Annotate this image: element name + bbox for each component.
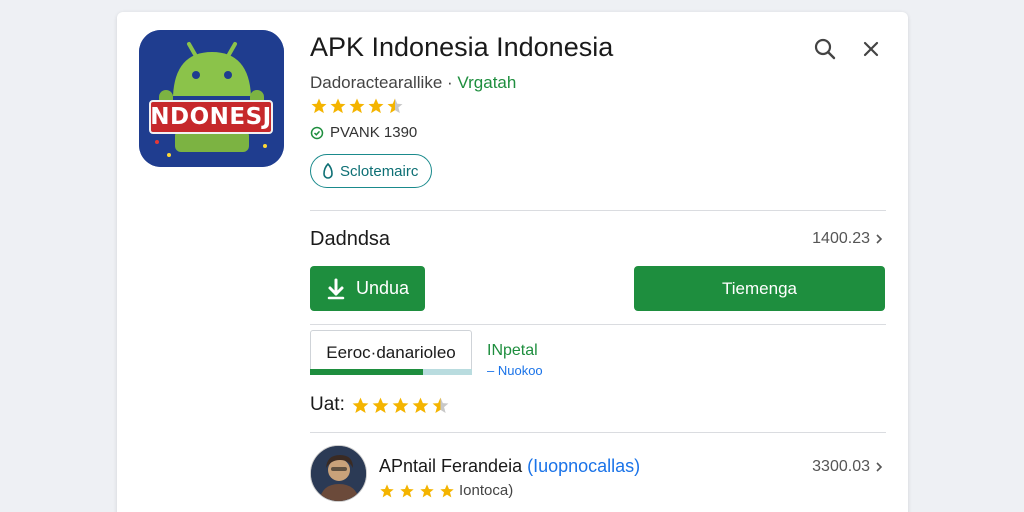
- star-icon: [349, 98, 365, 114]
- tab-progress-fill: [310, 369, 424, 375]
- app-icon-banner: NDONESJ: [149, 100, 273, 134]
- list-item-rating-text: Iontoca): [459, 482, 514, 499]
- tag-icon: [323, 163, 333, 179]
- app-rating-stars: [310, 97, 404, 115]
- chevron-right-icon: [876, 462, 883, 472]
- star-icon[interactable]: [391, 396, 410, 415]
- divider: [310, 324, 886, 325]
- top-actions: [812, 36, 884, 62]
- person-avatar-icon: [311, 446, 366, 501]
- divider: [310, 432, 886, 433]
- list-item-category: (Iuopnocallas): [527, 456, 641, 476]
- star-icon: [440, 483, 454, 497]
- download-button[interactable]: Undua: [310, 266, 425, 311]
- list-item-value-text: 3300.03: [812, 458, 870, 475]
- star-half-icon[interactable]: [431, 396, 450, 415]
- download-button-label: Undua: [355, 278, 410, 298]
- tab-install-sub: – Nuokoo: [487, 363, 543, 377]
- tab-install[interactable]: INpetal: [487, 342, 538, 360]
- download-icon: [327, 278, 345, 299]
- app-title: APK Indonesia Indonesia: [310, 32, 614, 62]
- search-icon[interactable]: [812, 36, 838, 62]
- star-icon: [311, 98, 327, 114]
- tab-progress-bar: [310, 369, 472, 375]
- list-item-title-text: APntail Ferandeia: [379, 456, 523, 476]
- category-chip-label: Sclotemairc: [340, 162, 419, 180]
- app-icon[interactable]: NDONESJ: [139, 30, 284, 167]
- close-icon[interactable]: [858, 36, 884, 62]
- star-icon: [330, 98, 346, 114]
- user-rating-row: Uat:: [310, 394, 450, 416]
- user-rating-label: Uat:: [310, 394, 345, 415]
- star-icon: [400, 483, 414, 497]
- star-icon: [420, 483, 434, 497]
- section-value-link[interactable]: 1400.23: [812, 230, 884, 248]
- app-subtitle: Dadoractearallike · Vrgatah: [310, 73, 517, 92]
- chevron-right-icon: [876, 234, 883, 244]
- list-item-value-link[interactable]: 3300.03: [812, 458, 884, 476]
- star-icon[interactable]: [351, 396, 370, 415]
- star-icon: [380, 483, 394, 497]
- divider: [310, 210, 886, 211]
- app-meta-text: PVANK 1390: [330, 124, 418, 141]
- developer-link[interactable]: Vrgatah: [457, 73, 516, 92]
- avatar[interactable]: [310, 445, 367, 502]
- star-icon: [368, 98, 384, 114]
- list-item-title[interactable]: APntail Ferandeia (Iuopnocallas): [379, 456, 640, 477]
- app-detail-card: NDONESJ APK Indonesia Indonesia Dadoract…: [117, 12, 908, 512]
- category-chip[interactable]: Sclotemairc: [310, 154, 433, 188]
- check-circle-icon: [310, 126, 324, 139]
- section-label: Dadndsa: [310, 228, 391, 250]
- app-meta: PVANK 1390: [310, 124, 417, 141]
- star-icon[interactable]: [411, 396, 430, 415]
- android-robot-icon: [139, 30, 284, 167]
- section-value-text: 1400.23: [812, 230, 870, 247]
- user-rating-stars[interactable]: [351, 396, 450, 415]
- app-subtitle-text: Dadoractearallike: [310, 73, 443, 92]
- star-icon[interactable]: [371, 396, 390, 415]
- list-item-rating: Iontoca): [379, 482, 513, 499]
- primary-action-button[interactable]: Tiemenga: [634, 266, 885, 311]
- star-half-icon: [387, 98, 403, 114]
